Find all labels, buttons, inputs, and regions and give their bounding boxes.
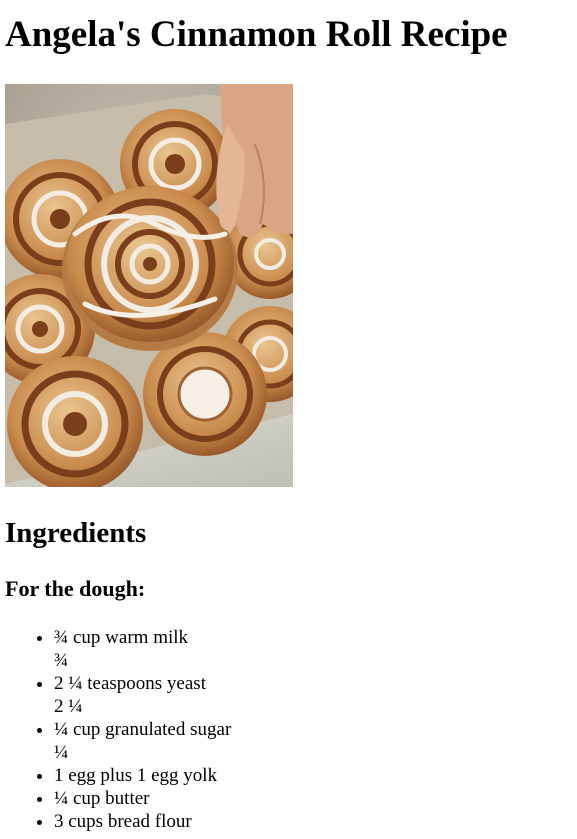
ingredient-text: ¼ cup granulated sugar — [54, 719, 232, 740]
ingredient-quantity: ¾ — [54, 650, 69, 671]
list-item: ¼ cup granulated sugar ¼ — [54, 718, 231, 764]
ingredient-text: ¾ cup warm milk — [54, 627, 189, 648]
ingredient-text: 3 cups bread flour — [54, 811, 192, 832]
ingredient-text: 1 egg plus 1 egg yolk — [54, 765, 218, 786]
list-item: 3 cups bread flour — [54, 810, 231, 833]
page-title: Angela's Cinnamon Roll Recipe — [5, 14, 508, 55]
ingredient-text: ¼ cup butter — [54, 788, 150, 809]
list-item: 2 ¼ teaspoons yeast 2 ¼ — [54, 672, 231, 718]
ingredients-list: ¾ cup warm milk ¾ 2 ¼ teaspoons yeast 2 … — [5, 626, 231, 833]
cinnamon-rolls-photo — [5, 84, 293, 487]
list-item: 1 egg plus 1 egg yolk — [54, 764, 231, 787]
ingredient-quantity: 2 ¼ — [54, 696, 83, 717]
list-item: ¾ cup warm milk ¾ — [54, 626, 231, 672]
ingredient-text: 2 ¼ teaspoons yeast — [54, 673, 206, 694]
ingredients-heading: Ingredients — [5, 517, 147, 549]
ingredient-quantity: ¼ — [54, 742, 69, 763]
dough-heading: For the dough: — [5, 576, 146, 601]
list-item: ¼ cup butter — [54, 787, 231, 810]
